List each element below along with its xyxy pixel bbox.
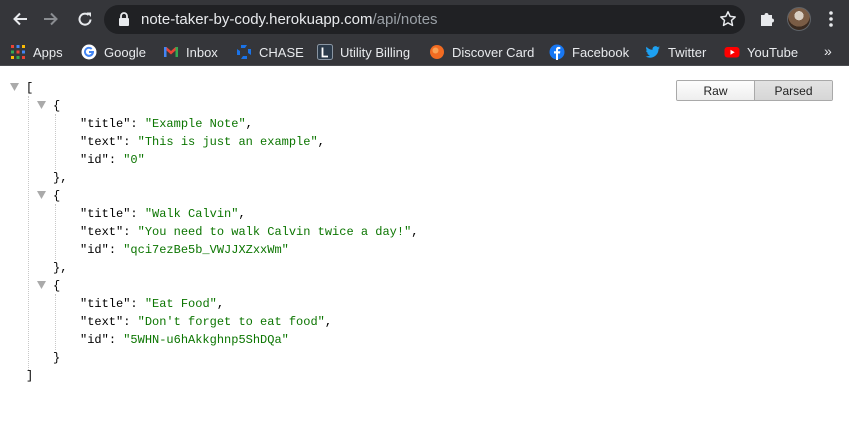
json-property-title: "title": "Walk Calvin", [80,207,246,221]
bookmark-label: CHASE [259,44,304,60]
menu-dots-icon[interactable] [826,10,836,28]
collapse-arrow-icon[interactable] [37,281,46,289]
indent-guide [55,204,56,260]
json-property-id: "id": "qci7ezBe5b_VWJJXZxxWm" [80,243,289,257]
bookmark-label: Twitter [668,44,707,60]
indent-guide [55,114,56,170]
view-mode-toggle: Raw Parsed [676,80,833,101]
url-text[interactable]: note-taker-by-cody.herokuapp.com/api/not… [141,11,438,28]
apps-grid-icon [10,44,26,60]
object-close-brace: } [53,351,61,365]
json-property-id: "id": "5WHN-u6hAkkghnp5ShDQa" [80,333,289,347]
collapse-arrow-icon[interactable] [37,101,46,109]
json-property-title: "title": "Eat Food", [80,297,225,311]
json-property-text: "text": "Don't forget to eat food", [80,315,333,329]
bookmark-utility-billing[interactable]: Utility Billing [317,43,410,61]
bookmark-apps[interactable]: Apps [10,43,63,61]
bookmark-youtube[interactable]: YouTube [724,43,798,61]
raw-button[interactable]: Raw [677,81,754,100]
object-close-brace: }, [53,261,68,275]
collapse-arrow-icon[interactable] [10,83,19,91]
google-icon [81,44,97,60]
bookmark-inbox[interactable]: Inbox [163,43,218,61]
bookmark-label: YouTube [747,44,799,60]
bookmark-facebook[interactable]: Facebook [549,43,629,61]
open-bracket: [ [26,81,34,95]
facebook-icon [549,44,565,60]
json-property-text: "text": "This is just an example", [80,135,325,149]
json-property-id: "id": "0" [80,153,145,167]
object-open-brace: { [53,189,61,203]
url-host: note-taker-by-cody.herokuapp.com [141,11,373,28]
youtube-icon [724,44,740,60]
indent-guide [28,96,29,370]
bookmark-chase[interactable]: CHASE [236,43,304,61]
chase-icon [236,44,252,60]
bookmark-label: Apps [33,44,63,60]
reload-icon[interactable] [73,7,97,31]
address-bar[interactable]: note-taker-by-cody.herokuapp.com/api/not… [104,5,745,34]
json-property-text: "text": "You need to walk Calvin twice a… [80,225,419,239]
bookmarks-overflow-chevron-icon[interactable]: » [824,43,832,59]
utility-billing-icon [317,44,333,60]
parsed-button[interactable]: Parsed [754,81,832,100]
back-arrow-icon[interactable] [8,7,32,31]
discover-icon [429,44,445,60]
lock-icon [119,12,129,26]
url-path: /api/notes [372,11,438,28]
json-property-title: "title": "Example Note", [80,117,253,131]
gmail-icon [163,44,179,60]
profile-avatar[interactable] [787,7,811,31]
bookmark-label: Inbox [186,44,218,60]
collapse-arrow-icon[interactable] [37,191,46,199]
close-bracket: ] [26,369,34,383]
bookmark-google[interactable]: Google [81,43,146,61]
browser-toolbar: note-taker-by-cody.herokuapp.com/api/not… [0,0,849,38]
bookmark-twitter[interactable]: Twitter [645,43,706,61]
json-viewer: Raw Parsed [ { "title": "Example Note", … [0,66,849,430]
extensions-puzzle-icon[interactable] [758,10,776,28]
indent-guide [55,294,56,350]
forward-arrow-icon[interactable] [39,7,63,31]
object-open-brace: { [53,279,61,293]
bookmark-star-icon[interactable] [719,10,737,28]
bookmarks-bar: Apps Google Inbox CHASE Utility Billing … [0,38,849,66]
object-close-brace: }, [53,171,68,185]
bookmark-discover-card[interactable]: Discover Card [429,43,534,61]
bookmark-label: Utility Billing [340,44,411,60]
bookmark-label: Discover Card [452,44,535,60]
object-open-brace: { [53,99,61,113]
bookmark-label: Google [104,44,146,60]
twitter-icon [645,44,661,60]
bookmark-label: Facebook [572,44,630,60]
